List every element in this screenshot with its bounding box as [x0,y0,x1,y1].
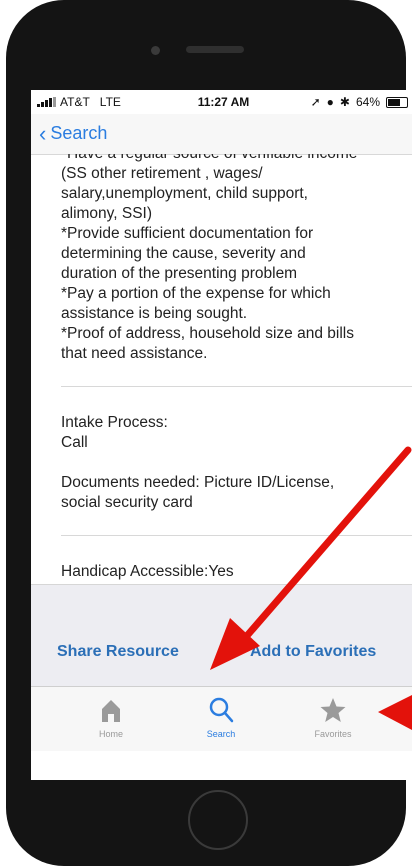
tab-search[interactable]: Search [181,695,261,739]
alarm-icon: ● [326,95,334,109]
handicap-accessible: Handicap Accessible:Yes [61,563,234,580]
screen: AT&T LTE 11:27 AM ➚ ● ✱ 64% ‹ Search *Ha… [31,90,412,780]
share-resource-button[interactable]: Share Resource [57,643,179,661]
details-scroller: *Have a regular source of verifiable inc… [31,154,412,582]
section-divider [61,386,412,387]
eligibility-line: determining the cause, severity and [61,245,306,262]
navigation-bar: ‹ Search [31,114,412,155]
accessibility-section: Handicap Accessible:Yes [31,562,412,582]
tab-label: Home [98,729,123,739]
status-bar: AT&T LTE 11:27 AM ➚ ● ✱ 64% [31,90,412,114]
eligibility-partial-line: *Have a regular source of verifiable inc… [61,154,392,164]
tab-bar: Home Search Favorites [31,686,412,751]
eligibility-line: alimony, SSI) [61,205,153,222]
resource-details[interactable]: *Have a regular source of verifiable inc… [31,154,412,584]
eligibility-line: (SS other retirement , wages/ [61,165,263,182]
section-divider [61,535,412,536]
eligibility-line: *Proof of address, household size and bi… [61,325,354,342]
back-button[interactable]: ‹ Search [39,120,108,146]
documents-line: social security card [61,494,193,511]
battery-icon [386,96,408,108]
intake-value: Call [61,434,88,451]
tab-label: Favorites [314,729,352,739]
documents-line: Documents needed: Picture ID/License, [61,474,335,491]
resource-actions: Share Resource Add to Favorites [31,584,412,687]
eligibility-section: *Have a regular source of verifiable inc… [31,154,412,364]
intake-label: Intake Process: [61,414,168,431]
earpiece-speaker [186,46,244,53]
location-icon: ➚ [310,95,321,109]
back-label: Search [50,123,108,143]
phone-frame: AT&T LTE 11:27 AM ➚ ● ✱ 64% ‹ Search *Ha… [6,0,412,866]
eligibility-line: *Pay a portion of the expense for which [61,285,331,302]
status-right: ➚ ● ✱ 64% [311,95,408,109]
search-icon [209,697,234,723]
tab-label: Search [206,729,236,739]
add-to-favorites-button[interactable]: Add to Favorites [250,643,376,661]
chevron-left-icon: ‹ [39,120,47,146]
star-icon [320,698,346,722]
eligibility-line: that need assistance. [61,345,208,362]
intake-section: Intake Process: Call Documents needed: P… [31,413,412,513]
front-camera [151,46,160,55]
tab-favorites[interactable]: Favorites [293,695,373,739]
battery-percent: 64% [355,95,380,109]
tab-home[interactable]: Home [71,695,151,739]
eligibility-line: duration of the presenting problem [61,265,298,282]
eligibility-line: salary,unemployment, child support, [61,185,308,202]
home-button[interactable] [188,790,248,850]
eligibility-line: *Provide sufficient documentation for [61,225,314,242]
home-icon [102,700,120,722]
bluetooth-icon: ✱ [339,95,350,109]
eligibility-line: assistance is being sought. [61,305,248,322]
